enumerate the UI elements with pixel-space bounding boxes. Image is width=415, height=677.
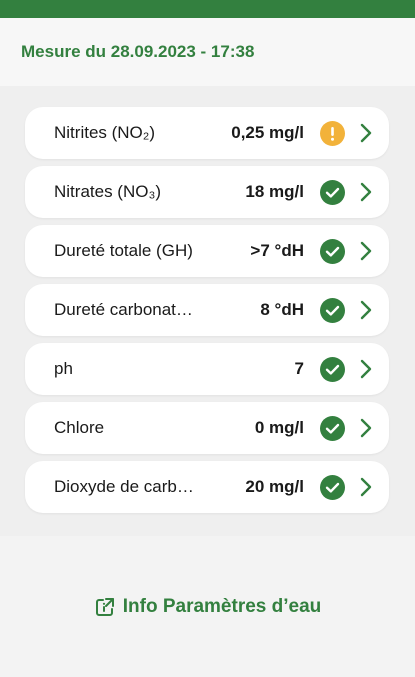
parameter-row-nitrates[interactable]: Nitrates (NO₃) 18 mg/l [25,166,389,218]
parameter-row-durete-carbonatee[interactable]: Dureté carbonat… 8 °dH [25,284,389,336]
parameter-value: 0,25 mg/l [231,123,304,142]
chevron-right-icon [359,359,373,379]
parameter-name: ph [54,359,73,378]
measurement-title: Mesure du 28.09.2023 - 17:38 [21,42,255,61]
parameter-value: 7 [294,359,304,378]
parameter-row-durete-totale[interactable]: Dureté totale (GH) >7 °dH [25,225,389,277]
parameter-name: Nitrates (NO₃) [54,182,162,201]
info-water-parameters-link[interactable]: Info Paramètres d’eau [94,595,322,618]
header: Mesure du 28.09.2023 - 17:38 [0,18,415,86]
info-link-label: Info Paramètres d’eau [122,595,322,617]
parameter-value: 8 °dH [260,300,304,319]
chevron-right-icon [359,123,373,143]
parameter-value: 20 mg/l [245,477,304,496]
check-icon [320,297,345,323]
chevron-right-icon [359,182,373,202]
parameter-row-ph[interactable]: ph 7 [25,343,389,395]
warning-icon [320,120,345,146]
footer: Info Paramètres d’eau [0,536,415,677]
chevron-right-icon [359,477,373,497]
parameter-value: >7 °dH [250,241,304,260]
parameter-list: Nitrites (NO₂) 0,25 mg/l Nitrates (NO₃) … [0,86,415,536]
parameter-row-chlore[interactable]: Chlore 0 mg/l [25,402,389,454]
check-icon [320,415,345,441]
chevron-right-icon [359,300,373,320]
check-icon [320,474,345,500]
check-icon [320,238,345,264]
parameter-name: Chlore [54,418,105,437]
chevron-right-icon [359,418,373,438]
parameter-row-nitrites[interactable]: Nitrites (NO₂) 0,25 mg/l [25,107,389,159]
parameter-value: 0 mg/l [254,418,304,437]
check-icon [320,179,345,205]
chevron-right-icon [359,241,373,261]
parameter-name: Dioxyde de carb… [54,477,194,496]
parameter-row-dioxyde-de-carbone[interactable]: Dioxyde de carb… 20 mg/l [25,461,389,513]
top-bar [0,0,415,18]
parameter-name: Nitrites (NO₂) [54,123,156,142]
external-link-icon [94,596,116,618]
parameter-name: Dureté carbonat… [54,300,193,319]
parameter-value: 18 mg/l [245,182,304,201]
parameter-name: Dureté totale (GH) [54,241,193,260]
check-icon [320,356,345,382]
